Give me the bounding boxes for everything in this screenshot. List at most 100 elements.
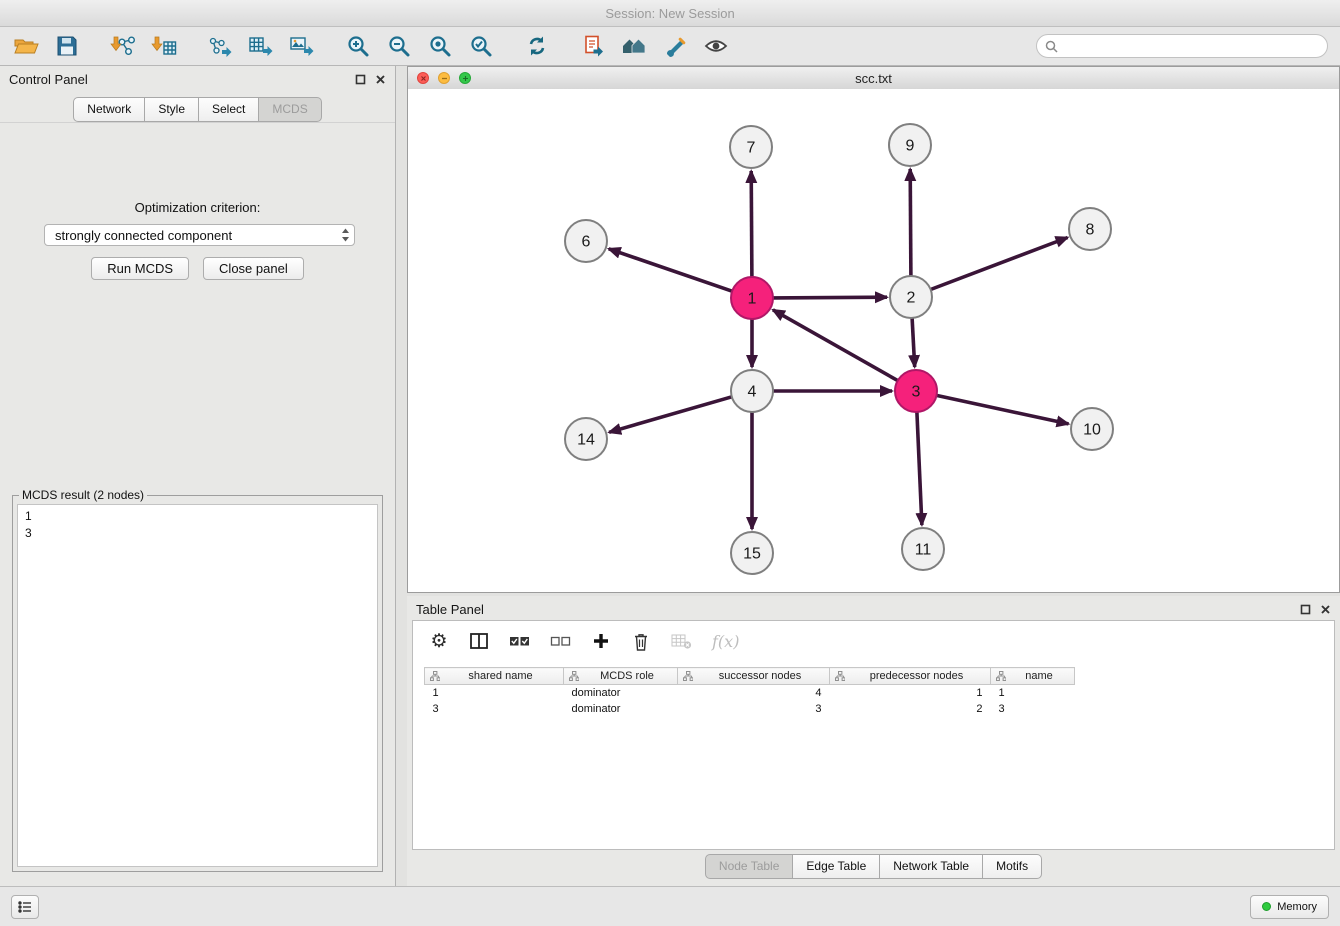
column-header-MCDS-role[interactable]: MCDS role [564,668,678,685]
tab-motifs[interactable]: Motifs [983,854,1042,879]
float-window-icon [355,74,366,85]
open-session-button[interactable] [10,31,42,61]
tab-network-table[interactable]: Network Table [880,854,983,879]
node-table-wrap: shared nameMCDS rolesuccessor nodesprede… [413,667,1334,849]
memory-button[interactable]: Memory [1250,895,1329,919]
table-cell[interactable]: 1 [991,685,1075,701]
table-cell[interactable]: 3 [678,701,830,717]
optimization-criterion-select[interactable]: strongly connected component [44,224,355,246]
graph-edge-1-2[interactable] [773,297,887,298]
close-table-panel-button[interactable] [1320,604,1331,615]
graph-node-14[interactable]: 14 [565,418,607,460]
graph-edge-2-9[interactable] [910,169,911,276]
graph-edge-1-6[interactable] [609,249,732,291]
table-cell[interactable]: 4 [678,685,830,701]
import-network-button[interactable] [107,31,139,61]
zoom-selected-button[interactable] [465,31,497,61]
unselect-all-button[interactable] [550,630,571,652]
column-header-successor-nodes[interactable]: successor nodes [678,668,830,685]
table-cell[interactable]: 3 [991,701,1075,717]
table-row[interactable]: 1dominator411 [425,685,1335,701]
graph-edge-3-11[interactable] [917,412,922,525]
tab-style[interactable]: Style [145,97,199,122]
tab-node-table[interactable]: Node Table [705,854,794,879]
tab-select[interactable]: Select [199,97,259,122]
graph-node-3[interactable]: 3 [895,370,937,412]
refresh-view-button[interactable] [521,31,553,61]
graph-edge-1-7[interactable] [751,171,752,277]
search-input[interactable] [1063,38,1319,54]
tab-edge-table[interactable]: Edge Table [793,854,880,879]
memory-status-icon [1262,902,1271,911]
graph-edge-3-10[interactable] [937,395,1069,424]
tab-network[interactable]: Network [73,97,145,122]
list-icon [18,901,32,913]
graph-edge-2-3[interactable] [912,318,915,367]
export-image-button[interactable] [286,31,318,61]
column-tree-icon [430,671,440,681]
home-network-icon [621,34,647,58]
hide-panels-button[interactable] [11,895,39,919]
table-cell[interactable]: 2 [830,701,991,717]
select-all-button[interactable] [509,630,530,652]
column-header-predecessor-nodes[interactable]: predecessor nodes [830,668,991,685]
window-minimize-icon[interactable] [438,72,450,84]
graph-edge-2-8[interactable] [931,238,1068,290]
split-view-button[interactable] [469,630,489,652]
control-panel-tabbar: NetworkStyleSelectMCDS [0,92,395,123]
column-header-name[interactable]: name [991,668,1075,685]
table-cell[interactable]: 1 [425,685,564,701]
delete-table-button[interactable] [671,630,692,652]
function-builder-button[interactable]: f(x) [712,630,739,652]
graph-node-11[interactable]: 11 [902,528,944,570]
table-settings-button[interactable]: ⚙ [429,630,449,652]
svg-text:6: 6 [582,234,591,251]
graph-edge-4-14[interactable] [609,397,732,433]
table-cell[interactable]: dominator [564,701,678,717]
float-panel-button[interactable] [355,74,366,85]
save-session-button[interactable] [51,31,83,61]
graph-node-8[interactable]: 8 [1069,208,1111,250]
apply-style-button[interactable] [659,31,691,61]
open-folder-icon [13,34,39,58]
graph-node-7[interactable]: 7 [730,126,772,168]
copy-view-button[interactable] [577,31,609,61]
graph-node-10[interactable]: 10 [1071,408,1113,450]
graph-node-4[interactable]: 4 [731,370,773,412]
network-graph[interactable]: 7 9 6 8 1 2 4 3 14 10 15 11 [408,89,1339,592]
table-cell[interactable]: 1 [830,685,991,701]
add-row-button[interactable] [591,630,611,652]
table-panel-header: Table Panel [407,596,1340,622]
table-cell[interactable]: 3 [425,701,564,717]
graph-node-9[interactable]: 9 [889,124,931,166]
close-panel-button-secondary[interactable]: Close panel [203,257,304,280]
graph-node-2[interactable]: 2 [890,276,932,318]
graph-node-6[interactable]: 6 [565,220,607,262]
network-canvas[interactable]: 7 9 6 8 1 2 4 3 14 10 15 11 [408,89,1339,592]
zoom-in-button[interactable] [342,31,374,61]
window-zoom-icon[interactable] [459,72,471,84]
graph-node-15[interactable]: 15 [731,532,773,574]
svg-text:2: 2 [907,290,916,307]
export-table-button[interactable] [245,31,277,61]
network-window-title: scc.txt [855,71,892,86]
export-network-button[interactable] [204,31,236,61]
graph-edge-3-1[interactable] [773,310,898,381]
show-hide-button[interactable] [700,31,732,61]
table-cell[interactable]: dominator [564,685,678,701]
first-neighbors-button[interactable] [618,31,650,61]
mcds-result-list[interactable]: 13 [17,504,378,867]
float-table-panel-button[interactable] [1300,604,1311,615]
close-panel-button[interactable] [375,74,386,85]
table-row[interactable]: 3dominator323 [425,701,1335,717]
column-header-shared-name[interactable]: shared name [425,668,564,685]
plus-icon [592,632,610,650]
import-table-button[interactable] [148,31,180,61]
tab-mcds[interactable]: MCDS [259,97,321,122]
zoom-out-button[interactable] [383,31,415,61]
graph-node-1[interactable]: 1 [731,277,773,319]
delete-row-button[interactable] [631,630,651,652]
zoom-fit-button[interactable] [424,31,456,61]
window-close-icon[interactable] [417,72,429,84]
run-mcds-button[interactable]: Run MCDS [91,257,189,280]
